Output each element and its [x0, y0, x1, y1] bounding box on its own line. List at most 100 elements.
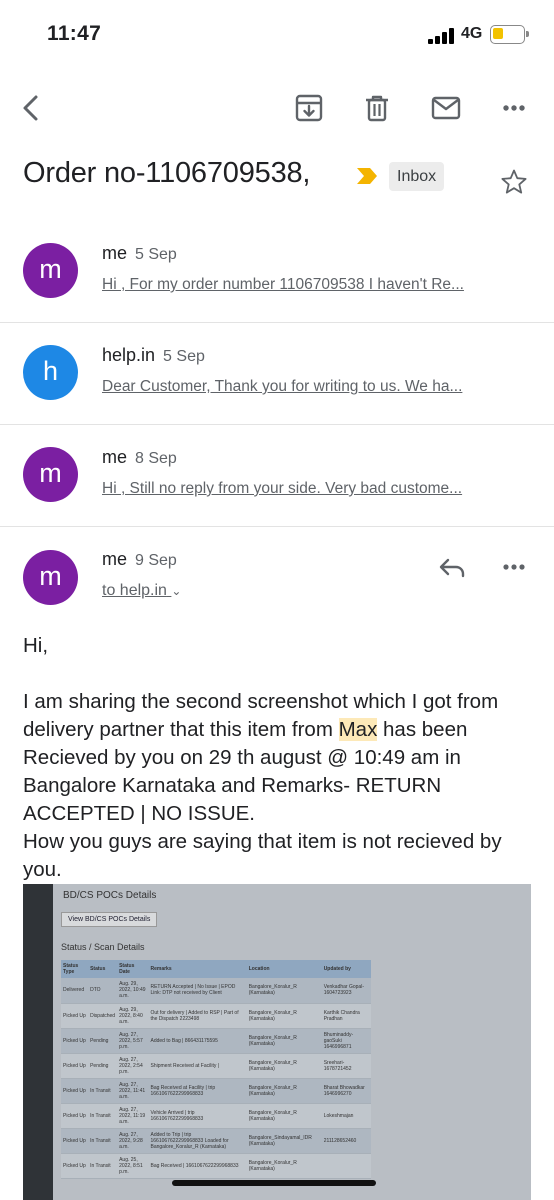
- table-header: Updated by: [321, 960, 371, 978]
- message-snippet[interactable]: Hi , For my order number 1106709538 I ha…: [102, 276, 520, 294]
- table-cell: Lokeshmajan: [321, 1103, 371, 1129]
- inbox-label-chip[interactable]: Inbox: [389, 162, 445, 191]
- message-date: 5 Sep: [163, 348, 205, 365]
- status-bar: 11:47 4G: [0, 0, 554, 70]
- signal-icon: [428, 28, 456, 44]
- back-icon[interactable]: [14, 90, 50, 126]
- important-marker-icon[interactable]: [355, 166, 379, 186]
- highlighted-text: Max: [338, 718, 378, 741]
- message-date: 9 Sep: [135, 552, 177, 569]
- trash-icon[interactable]: [359, 90, 395, 126]
- table-row: Picked Up In Transit Aug. 25, 2022, 8:51 p…: [61, 1153, 371, 1179]
- sender-name: me: [102, 549, 128, 569]
- table-cell: Picked Up: [61, 1128, 89, 1154]
- message-body: Hi, I am sharing the second screenshot w…: [23, 632, 533, 884]
- more-options-icon[interactable]: [500, 555, 528, 579]
- message-item[interactable]: m me 8 Sep Hi , Still no reply from your …: [0, 425, 554, 527]
- greeting: Hi,: [23, 634, 49, 657]
- mail-icon[interactable]: [428, 90, 464, 126]
- table-cell: Bangalore_Koralur_R (Karnataka): [246, 1053, 322, 1079]
- star-icon[interactable]: [500, 168, 528, 196]
- table-cell: RETURN Accepted | No Issue | EPOD Link: …: [148, 978, 247, 1004]
- sender-name: me: [102, 447, 128, 467]
- table-cell: Bangalore_Sindayamal_IDR (Karnataka): [246, 1128, 322, 1154]
- table-header: Status Date: [117, 960, 149, 978]
- table-cell: Aug. 27, 2022, 5:57 p.m.: [117, 1028, 149, 1054]
- table-cell: Aug. 27, 2022, 9:28 a.m.: [117, 1128, 149, 1154]
- message-date: 5 Sep: [135, 246, 177, 263]
- message-date: 8 Sep: [135, 450, 177, 467]
- table-cell: Vehicle Arrived | trip 16610676222999688…: [148, 1103, 247, 1129]
- recipients-toggle[interactable]: to help.in ⌄: [102, 582, 181, 600]
- avatar: m: [23, 550, 78, 605]
- table-header: Status Type: [61, 960, 89, 978]
- message-item[interactable]: m me 5 Sep Hi , For my order number 11067…: [0, 221, 554, 323]
- table-cell: Added to Bag | 866431175595: [148, 1028, 247, 1054]
- inline-image-attachment[interactable]: BD/CS POCs Details View BD/CS POCs Detai…: [23, 884, 531, 1200]
- avatar: m: [23, 447, 78, 502]
- table-cell: Bharat Bhowadkar 1646996270: [321, 1078, 371, 1104]
- table-cell: Added to Trip | trip 1661067622299968833…: [148, 1128, 247, 1154]
- table-cell: Bangalore_Koralur_R (Karnataka): [246, 1028, 322, 1054]
- sender-name: me: [102, 243, 128, 263]
- table-cell: Bhuminaddy-gaoSuki 1646996871: [321, 1028, 371, 1054]
- table-cell: Bag Received at Facility | trip 16610676…: [148, 1078, 247, 1104]
- avatar: h: [23, 345, 78, 400]
- table-row: Picked Up In Transit Aug. 27, 2022, 9:28 a…: [61, 1128, 371, 1154]
- table-cell: Bangalore_Koralur_R (Karnataka): [246, 1078, 322, 1104]
- table-cell: Aug. 25, 2022, 8:51 p.m.: [117, 1153, 149, 1179]
- table-cell: Bangalore_Koralur_R (Karnataka): [246, 1003, 322, 1029]
- table-cell: Delivered: [61, 978, 89, 1004]
- email-subject: Order no-1106709538,: [23, 157, 311, 189]
- table-row: Picked Up In Transit Aug. 27, 2022, 11:19 …: [61, 1103, 371, 1129]
- table-cell: DTO: [88, 978, 118, 1004]
- more-options-icon[interactable]: [496, 90, 532, 126]
- table-row: Picked Up Pending Aug. 27, 2022, 5:57 p.m.…: [61, 1028, 371, 1054]
- scan-details-table: Status Type Status Status Date Remarks L…: [61, 960, 371, 1179]
- table-cell: Picked Up: [61, 1003, 89, 1029]
- body-paragraph: I am sharing the second screenshot which…: [23, 690, 499, 825]
- table-cell: Shipment Received at Facility |: [148, 1053, 247, 1079]
- image-button-label: View BD/CS POCs Details: [61, 912, 158, 927]
- chevron-down-icon: ⌄: [171, 584, 182, 598]
- table-header: Location: [246, 960, 322, 978]
- table-cell: Pending: [88, 1028, 118, 1054]
- archive-icon[interactable]: [291, 90, 327, 126]
- table-cell: Aug. 27, 2022, 11:41 a.m.: [117, 1078, 149, 1104]
- table-cell: Sreehari-1678721452: [321, 1053, 371, 1079]
- table-cell: Aug. 27, 2022, 2:54 p.m.: [117, 1053, 149, 1079]
- table-cell: Dispatched: [88, 1003, 118, 1029]
- message-item[interactable]: h help.in 5 Sep Dear Customer, Thank you …: [0, 323, 554, 425]
- table-cell: Bangalore_Koralur_R (Karnataka): [246, 1103, 322, 1129]
- reply-icon[interactable]: [437, 552, 467, 582]
- message-snippet[interactable]: Dear Customer, Thank you for writing to …: [102, 378, 520, 396]
- table-row: Picked Up Pending Aug. 27, 2022, 2:54 p.m.…: [61, 1053, 371, 1079]
- table-cell: Aug. 29, 2022, 8:40 a.m.: [117, 1003, 149, 1029]
- image-title: BD/CS POCs Details: [63, 890, 157, 901]
- table-row: Picked Up In Transit Aug. 27, 2022, 11:41 …: [61, 1078, 371, 1104]
- status-time: 11:47: [47, 22, 102, 45]
- recipient-text: to help.in: [102, 582, 167, 599]
- table-cell: Bag Received | 1661067622299968833: [148, 1153, 247, 1179]
- table-cell: Picked Up: [61, 1053, 89, 1079]
- network-type: 4G: [461, 25, 483, 42]
- table-header: Status: [88, 960, 118, 978]
- table-cell: Picked Up: [61, 1028, 89, 1054]
- table-cell: In Transit: [88, 1153, 118, 1179]
- table-cell: 211128652460: [321, 1128, 371, 1154]
- table-cell: In Transit: [88, 1078, 118, 1104]
- table-cell: Picked Up: [61, 1078, 89, 1104]
- toolbar: [0, 82, 554, 134]
- table-cell: Venkadhar Gopal-1604723923: [321, 978, 371, 1004]
- message-snippet[interactable]: Hi , Still no reply from your side. Very…: [102, 480, 520, 498]
- image-subtitle: Status / Scan Details: [61, 942, 145, 952]
- table-cell: Aug. 29, 2022, 10:49 a.m.: [117, 978, 149, 1004]
- table-cell: Aug. 27, 2022, 11:19 a.m.: [117, 1103, 149, 1129]
- table-cell: Karthik Chandra Pradhan: [321, 1003, 371, 1029]
- table-cell: Picked Up: [61, 1103, 89, 1129]
- avatar: m: [23, 243, 78, 298]
- body-paragraph: How you guys are saying that item is not…: [23, 830, 502, 881]
- battery-icon: [490, 25, 529, 44]
- table-cell: Bangalore_Koralur_R (Karnataka): [246, 978, 322, 1004]
- table-cell: Out for delivery | Added to RSP | Part o…: [148, 1003, 247, 1029]
